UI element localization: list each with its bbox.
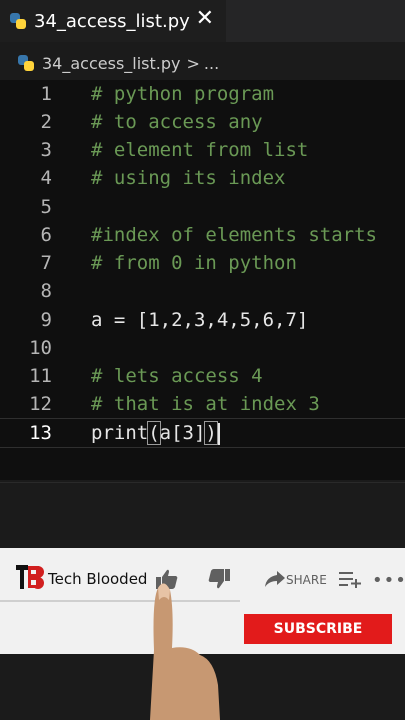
youtube-overlay: Tech Blooded SHARE ••• SUBSCRIBE (0, 548, 405, 654)
panel-divider (0, 482, 405, 483)
channel-logo (16, 565, 44, 589)
share-icon[interactable] (264, 570, 286, 588)
breadcrumb-file[interactable]: 34_access_list.py (42, 54, 180, 73)
line-number: 6 (40, 224, 52, 246)
code-editor[interactable]: 1 # python program 2 # to access any 3 #… (0, 80, 405, 480)
code-text: # that is at index 3 (91, 393, 320, 415)
subscribe-button[interactable]: SUBSCRIBE (244, 614, 392, 644)
python-file-icon (18, 55, 34, 71)
bracket-close: ) (204, 421, 218, 445)
line-number: 12 (29, 393, 52, 415)
code-text: # using its index (91, 167, 286, 189)
tab-title: 34_access_list.py (34, 10, 190, 32)
code-text: #index of elements starts (91, 224, 377, 246)
bracket-open: ( (147, 421, 161, 445)
code-line: 11 # lets access 4 (0, 362, 405, 390)
code-line: 3 # element from list (0, 136, 405, 164)
code-text: print(a[3]) (91, 419, 220, 447)
add-to-playlist-icon[interactable] (338, 570, 362, 588)
code-line: 8 (0, 277, 405, 305)
code-text: # from 0 in python (91, 252, 297, 274)
line-number: 5 (40, 196, 52, 218)
code-text: # python program (91, 83, 275, 105)
code-text: # to access any (91, 111, 263, 133)
line-number: 9 (40, 309, 52, 331)
tab-bar: 34_access_list.py ✕ (0, 0, 405, 42)
code-line: 5 (0, 193, 405, 221)
line-number: 11 (29, 365, 52, 387)
code-line: 1 # python program (0, 80, 405, 108)
text-cursor (217, 422, 220, 445)
line-number: 3 (40, 139, 52, 161)
code-token-arg: a[3] (159, 422, 206, 444)
code-line-active: 13 print(a[3]) (0, 418, 405, 448)
code-text: # element from list (91, 139, 309, 161)
line-number: 10 (29, 337, 52, 359)
code-line: 9 a = [1,2,3,4,5,6,7] (0, 306, 405, 334)
thumbs-up-icon[interactable] (155, 568, 179, 590)
line-number: 2 (40, 111, 52, 133)
breadcrumb-separator: > (186, 53, 200, 73)
overlay-divider (0, 600, 240, 602)
code-text: a = [1,2,3,4,5,6,7] (91, 309, 309, 331)
share-label[interactable]: SHARE (286, 573, 327, 587)
code-line: 10 (0, 334, 405, 362)
line-number: 8 (40, 280, 52, 302)
line-number: 1 (40, 83, 52, 105)
code-text: # lets access 4 (91, 365, 263, 387)
editor-tab[interactable]: 34_access_list.py ✕ (0, 0, 226, 42)
code-line: 6 #index of elements starts (0, 221, 405, 249)
code-line: 7 # from 0 in python (0, 249, 405, 277)
close-icon[interactable]: ✕ (196, 6, 214, 31)
breadcrumb: 34_access_list.py > ... (0, 48, 405, 78)
python-file-icon (10, 13, 26, 29)
thumbs-down-icon[interactable] (207, 568, 231, 590)
code-token-print: print (91, 422, 149, 444)
line-number: 4 (40, 167, 52, 189)
line-number: 13 (29, 422, 52, 444)
breadcrumb-more[interactable]: ... (204, 54, 219, 73)
code-line: 4 # using its index (0, 164, 405, 192)
channel-name[interactable]: Tech Blooded (48, 570, 147, 588)
code-line: 2 # to access any (0, 108, 405, 136)
more-options-icon[interactable]: ••• (372, 570, 405, 591)
line-number: 7 (40, 252, 52, 274)
code-line: 12 # that is at index 3 (0, 390, 405, 418)
